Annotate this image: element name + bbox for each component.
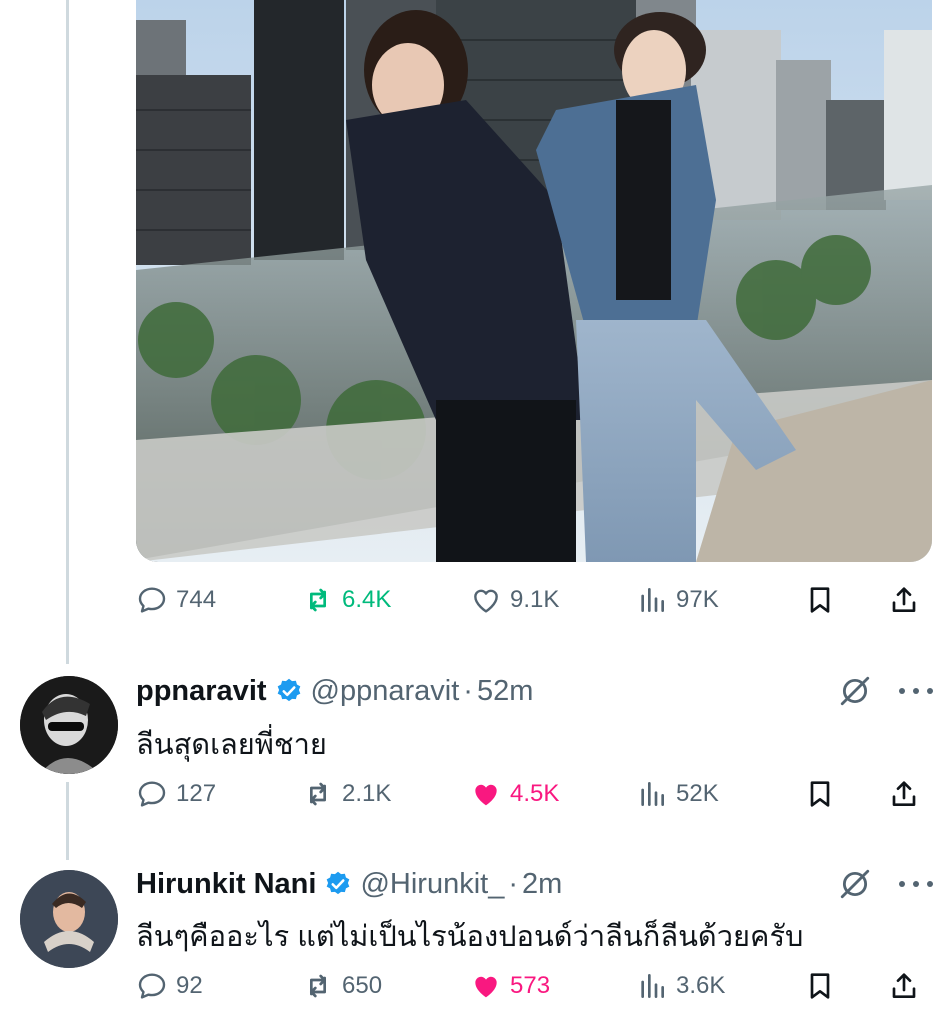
reply-count: 92 xyxy=(176,972,203,999)
like-button[interactable]: 573 xyxy=(470,966,550,1006)
post-media-photo[interactable] xyxy=(136,0,932,562)
repost-icon xyxy=(310,782,326,806)
share-button[interactable] xyxy=(888,774,920,814)
reply-button[interactable]: 92 xyxy=(136,966,203,1006)
repost-count: 2.1K xyxy=(342,780,392,807)
reply-text: ลีนสุดเลยพี่ชาย xyxy=(136,729,327,761)
repost-button[interactable]: 2.1K xyxy=(302,774,391,814)
grok-icon[interactable] xyxy=(838,867,872,901)
verified-badge-icon xyxy=(327,871,350,895)
thread-line xyxy=(66,782,69,860)
like-count: 4.5K xyxy=(510,780,560,807)
bookmark-button[interactable] xyxy=(804,774,836,814)
like-count: 9.1K xyxy=(510,586,560,613)
bookmark-button[interactable] xyxy=(804,966,836,1006)
bookmark-button[interactable] xyxy=(804,580,836,620)
post-action-bar: 744 6.4K 9.1K 97K xyxy=(136,580,932,620)
views-count: 3.6K xyxy=(676,972,726,999)
handle[interactable]: @ppnaravit xyxy=(311,675,460,708)
share-button[interactable] xyxy=(888,580,920,620)
repost-count: 6.4K xyxy=(342,586,392,613)
reply-action-bar: 92 650 573 3.6K xyxy=(136,966,932,1006)
separator-dot: · xyxy=(508,867,519,900)
reply-text: ลีนๆคืออะไร แต่ไม่เป็นไรน้องปอนด์ว่าลีนก… xyxy=(136,921,804,953)
thread-line xyxy=(66,0,69,664)
heart-filled-icon xyxy=(475,976,497,998)
reply-header: ppnaravit @ppnaravit · 52m xyxy=(136,671,533,711)
reply-button[interactable]: 127 xyxy=(136,774,216,814)
share-icon xyxy=(892,973,916,998)
views-button[interactable]: 3.6K xyxy=(636,966,725,1006)
views-chart-icon xyxy=(641,782,664,806)
bookmark-icon xyxy=(810,973,830,999)
handle[interactable]: @Hirunkit_ xyxy=(360,868,504,901)
grok-icon[interactable] xyxy=(838,674,872,708)
reply-button[interactable]: 744 xyxy=(136,580,216,620)
like-button[interactable]: 9.1K xyxy=(470,580,559,620)
repost-icon xyxy=(310,588,326,612)
bookmark-icon xyxy=(810,587,830,613)
views-chart-icon xyxy=(641,974,664,998)
repost-button[interactable]: 650 xyxy=(302,966,382,1006)
repost-count: 650 xyxy=(342,972,383,999)
bookmark-icon xyxy=(810,781,830,807)
avatar-image xyxy=(20,870,118,968)
more-options-icon[interactable] xyxy=(896,685,936,697)
display-name[interactable]: ppnaravit xyxy=(136,675,267,708)
timestamp[interactable]: 2m xyxy=(522,868,562,901)
avatar[interactable] xyxy=(20,676,118,774)
like-count: 573 xyxy=(510,972,551,999)
reply-icon xyxy=(138,973,166,999)
verified-badge-icon xyxy=(277,678,300,702)
share-icon xyxy=(892,587,916,612)
display-name[interactable]: Hirunkit Nani xyxy=(136,868,316,901)
views-chart-icon xyxy=(641,588,664,612)
avatar-image xyxy=(20,676,118,774)
reply-icon xyxy=(138,781,166,807)
reply-action-bar: 127 2.1K 4.5K 52K xyxy=(136,774,932,814)
share-icon xyxy=(892,781,916,806)
reply-count: 127 xyxy=(176,780,217,807)
views-button[interactable]: 97K xyxy=(636,580,719,620)
repost-button[interactable]: 6.4K xyxy=(302,580,391,620)
views-button[interactable]: 52K xyxy=(636,774,719,814)
repost-icon xyxy=(310,974,326,998)
like-button[interactable]: 4.5K xyxy=(470,774,559,814)
more-options-icon[interactable] xyxy=(896,878,936,890)
views-count: 52K xyxy=(676,780,719,807)
share-button[interactable] xyxy=(888,966,920,1006)
reply-count: 744 xyxy=(176,586,217,613)
timestamp[interactable]: 52m xyxy=(477,675,533,708)
heart-icon xyxy=(474,589,498,613)
reply-header: Hirunkit Nani @Hirunkit_ · 2m xyxy=(136,864,562,904)
separator-dot: · xyxy=(463,674,473,707)
photo-illustration xyxy=(136,0,932,562)
views-count: 97K xyxy=(676,586,719,613)
reply-icon xyxy=(138,587,166,613)
heart-filled-icon xyxy=(475,784,497,806)
avatar[interactable] xyxy=(20,870,118,968)
